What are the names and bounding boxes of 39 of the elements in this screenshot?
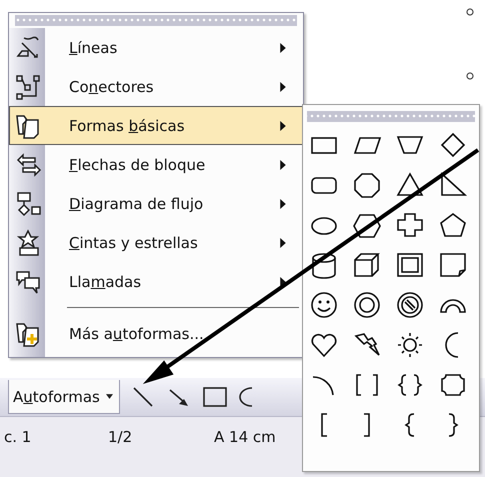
cylinder-icon[interactable] — [309, 250, 339, 280]
rectangle-icon[interactable] — [202, 384, 228, 410]
submenu-arrow-icon — [280, 42, 286, 52]
page-number: c. 1 — [4, 428, 32, 446]
menu-item[interactable]: Conectores — [9, 67, 303, 106]
block-arrows-icon — [14, 150, 42, 178]
drag-handle[interactable] — [15, 15, 297, 26]
sun-icon[interactable] — [395, 330, 425, 360]
submenu-arrow-icon — [280, 198, 286, 208]
no-symbol-icon[interactable] — [395, 290, 425, 320]
pentagon-icon[interactable] — [438, 210, 468, 240]
page-count: 1/2 — [108, 428, 132, 446]
circle-icon — [466, 72, 474, 80]
menu-item[interactable]: Llamadas — [9, 262, 303, 301]
submenu-arrow-icon — [280, 82, 286, 92]
menu-item[interactable]: Diagrama de flujo — [9, 184, 303, 223]
drag-handle[interactable] — [307, 111, 475, 122]
submenu-arrow-icon — [280, 238, 286, 248]
circle-icon — [466, 8, 474, 16]
connectors-icon — [14, 72, 42, 100]
donut-icon[interactable] — [352, 290, 382, 320]
bevel-icon[interactable] — [395, 250, 425, 280]
folded-corner-icon[interactable] — [438, 250, 468, 280]
octagon-icon[interactable] — [352, 170, 382, 200]
menu-item[interactable]: Más autoformas... — [9, 314, 303, 353]
menu-item[interactable]: Formas básicas — [9, 106, 303, 145]
cross-icon[interactable] — [395, 210, 425, 240]
submenu-arrow-icon — [280, 160, 286, 170]
caret-icon — [106, 394, 113, 399]
menu-item[interactable]: Flechas de bloque — [9, 145, 303, 184]
smiley-icon[interactable] — [309, 290, 339, 320]
cursor-position: A 14 cm — [214, 428, 276, 446]
diamond-icon[interactable] — [438, 130, 468, 160]
autoshapes-button[interactable]: Autoformas — [8, 380, 120, 414]
menu-item[interactable]: Cintas y estrellas — [9, 223, 303, 262]
cube-icon[interactable] — [352, 250, 382, 280]
submenu-arrow-icon — [280, 120, 286, 130]
menu-item[interactable]: Líneas — [9, 28, 303, 67]
submenu-arrow-icon — [280, 276, 286, 286]
